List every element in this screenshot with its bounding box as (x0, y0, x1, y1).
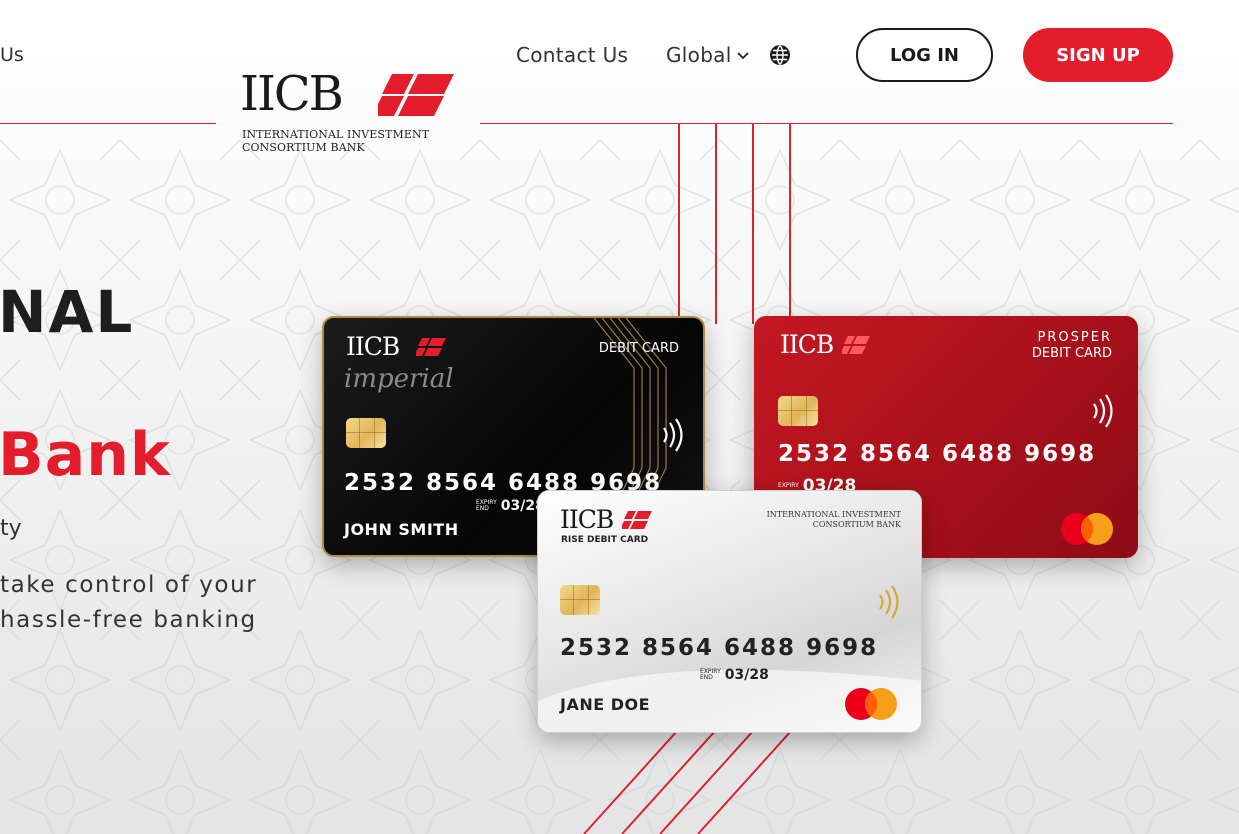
hero-subtitle: Bank (0, 420, 171, 490)
nfc-icon (1093, 394, 1113, 428)
card-logo: IICB (560, 505, 614, 534)
card-expiry: EXPIRY END 03/28 (476, 498, 545, 514)
decor-line (752, 124, 754, 324)
card-type-debit: DEBIT CARD (1031, 346, 1112, 361)
nav-link-about[interactable]: Us (0, 44, 24, 66)
header-divider-right (480, 123, 1173, 124)
signup-button[interactable]: SIGN UP (1023, 28, 1173, 82)
card-chip (560, 585, 600, 615)
card-logo-chevrons-icon (416, 338, 446, 356)
card-holder-name: JOHN SMITH (344, 520, 459, 539)
nav-link-contact[interactable]: Contact Us (516, 43, 628, 67)
bank-logo[interactable]: IICB INTERNATIONAL INVESTMENT CONSORTIUM… (240, 68, 458, 160)
card-logo-chevrons-icon (622, 511, 652, 529)
decor-line (789, 124, 791, 324)
card-script-imperial: imperial (344, 364, 454, 394)
card-logo: IICB (346, 332, 400, 361)
hero-description-line2: hassle-free banking (0, 607, 257, 633)
card-bank-line2: CONSORTIUM BANK (812, 520, 901, 529)
expiry-end-label: END (476, 505, 489, 512)
hero-description: take control of your hassle-free banking (0, 568, 257, 638)
decor-line (678, 124, 680, 324)
card-number: 2532 8564 6488 9698 (560, 635, 879, 661)
card-chip (346, 418, 386, 448)
card-type: PROSPER DEBIT CARD (1032, 330, 1112, 362)
global-label: Global (666, 43, 732, 67)
decor-diagonal-lines (583, 730, 793, 834)
logo-subtitle-line2: CONSORTIUM BANK (242, 141, 365, 154)
globe-icon[interactable] (768, 43, 792, 67)
expiry-label: EXPIRY (778, 482, 799, 489)
header-divider-left (0, 123, 216, 124)
hero-description-line1: take control of your (0, 572, 258, 598)
logo-subtitle-line1: INTERNATIONAL INVESTMENT (242, 128, 430, 141)
login-button[interactable]: LOG IN (856, 28, 993, 82)
nfc-icon (663, 418, 683, 452)
card-holder-name: JANE DOE (560, 695, 651, 714)
card-bank-line1: INTERNATIONAL INVESTMENT (766, 510, 901, 519)
hero-tagline: ty (0, 516, 22, 541)
nav-global-dropdown[interactable]: Global (666, 43, 750, 67)
logo-wordmark: IICB (240, 66, 344, 122)
card-bank-name: INTERNATIONAL INVESTMENT CONSORTIUM BANK (767, 510, 901, 530)
card-expiry: EXPIRY END 03/28 (700, 667, 769, 683)
chevron-down-icon (736, 52, 749, 60)
nfc-icon (879, 585, 899, 619)
logo-subtitle: INTERNATIONAL INVESTMENT CONSORTIUM BANK (242, 128, 429, 154)
mastercard-icon (1061, 513, 1113, 545)
hero-title: NAL (0, 278, 135, 346)
mastercard-icon (845, 688, 897, 720)
card-type-prosper: PROSPER (1037, 330, 1112, 345)
card-type: DEBIT CARD (598, 341, 679, 356)
logo-chevrons-icon (378, 74, 454, 116)
card-chip (778, 396, 818, 426)
card-logo-chevrons-icon (842, 336, 870, 354)
expiry-end-label: END (700, 674, 713, 681)
expiry-value: 03/28 (724, 667, 769, 683)
card-type: RISE DEBIT CARD (561, 535, 649, 545)
card-logo: IICB (780, 330, 834, 359)
rise-debit-card: IICB RISE DEBIT CARD INTERNATIONAL INVES… (537, 490, 922, 733)
decor-line (715, 124, 717, 324)
card-number: 2532 8564 6488 9698 (778, 441, 1097, 467)
